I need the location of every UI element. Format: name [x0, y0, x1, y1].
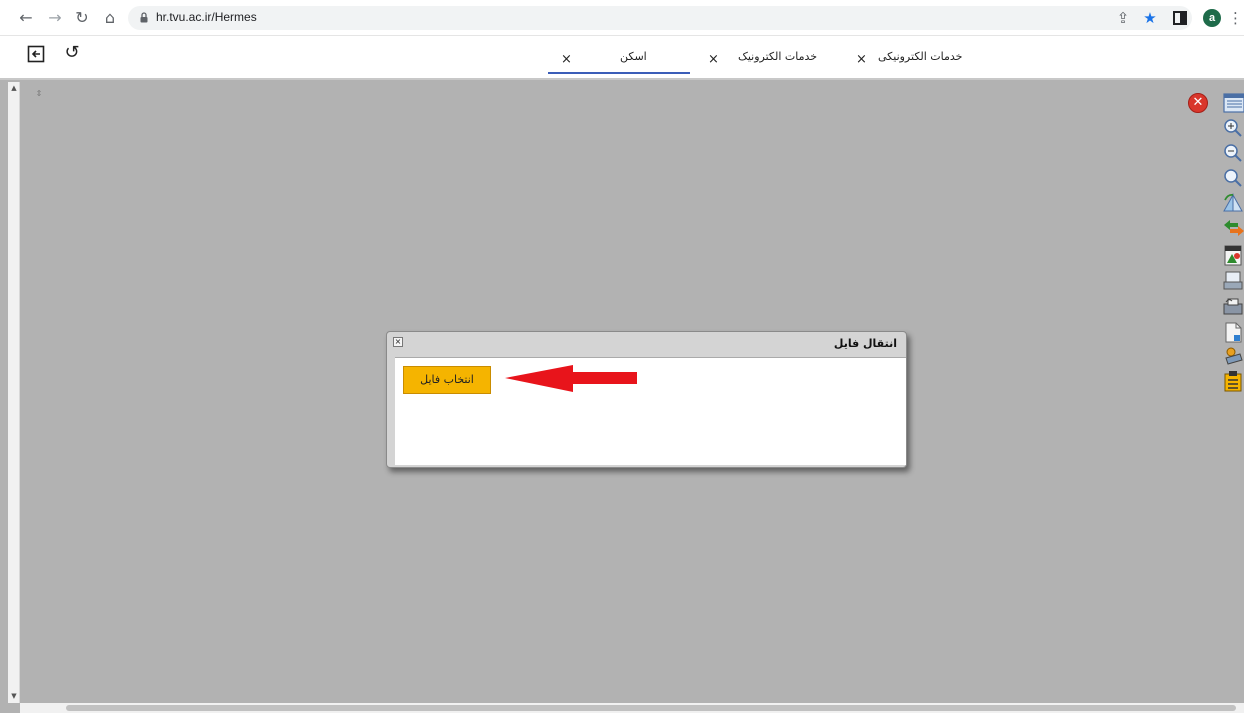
home-icon[interactable]: ⌂ — [100, 8, 120, 28]
stamp-icon[interactable] — [1222, 346, 1244, 368]
scanner-icon[interactable] — [1222, 270, 1244, 292]
browser-toolbar: ← → ↻ ⌂ hr.tvu.ac.ir/Hermes ⇪ ★ a ⋮ — [0, 0, 1244, 36]
horizontal-scrollbar[interactable] — [20, 703, 1244, 713]
forward-arrow-icon[interactable]: → — [45, 8, 65, 28]
fax-icon[interactable] — [1222, 295, 1244, 317]
dialog-title: انتقال فایل — [833, 337, 897, 350]
upload-doc-icon[interactable] — [1222, 321, 1244, 343]
tab-eservices[interactable]: خدمات الکترونیک — [738, 50, 817, 74]
address-bar[interactable]: hr.tvu.ac.ir/Hermes — [128, 6, 1192, 30]
active-tab-indicator — [548, 72, 690, 74]
zoom-fit-icon[interactable] — [1222, 167, 1244, 189]
close-viewer-icon[interactable]: ✕ — [1188, 93, 1208, 113]
menu-dots-icon[interactable]: ⋮ — [1228, 8, 1243, 28]
choose-file-button[interactable]: انتخاب فایل — [403, 366, 491, 394]
tab-eservices-close-icon[interactable]: × — [708, 52, 719, 67]
app-toolbar: ↺ × اسکن × خدمات الکترونیک × خدمات الکتر… — [0, 36, 1244, 80]
tab-scan-close-icon[interactable]: × — [561, 52, 572, 67]
tab-eservices2[interactable]: خدمات الکترونیکی — [878, 50, 962, 74]
lock-icon — [140, 12, 148, 23]
viewer-side-toolbar — [1220, 90, 1244, 402]
dialog-body: انتخاب فایل — [395, 357, 906, 465]
scrollbar-thumb[interactable] — [66, 705, 1236, 711]
swap-icon[interactable] — [1222, 217, 1244, 239]
reload-icon[interactable]: ↻ — [72, 8, 92, 28]
tab-scan[interactable]: اسکن — [620, 50, 647, 74]
url-text: hr.tvu.ac.ir/Hermes — [156, 10, 257, 24]
file-transfer-dialog: × انتقال فایل انتخاب فایل — [386, 331, 907, 468]
zoom-out-icon[interactable] — [1222, 142, 1244, 164]
rotate-icon[interactable] — [1222, 192, 1244, 214]
clipboard-icon[interactable] — [1222, 370, 1244, 392]
sidebar-icon[interactable] — [1170, 8, 1190, 28]
star-icon[interactable]: ★ — [1140, 8, 1160, 28]
tiff-icon[interactable] — [1222, 244, 1244, 266]
annotation-arrow-icon — [505, 365, 637, 392]
scroll-down-icon[interactable]: ▼ — [8, 692, 20, 700]
share-icon[interactable]: ⇪ — [1113, 8, 1133, 28]
scroll-up-icon[interactable]: ▲ — [8, 84, 20, 92]
back-arrow-icon[interactable]: ← — [16, 8, 36, 28]
dialog-close-icon[interactable]: × — [393, 337, 403, 347]
page-stepper-icon[interactable]: ⇕ — [33, 88, 45, 100]
avatar[interactable]: a — [1203, 9, 1221, 27]
zoom-in-icon[interactable] — [1222, 117, 1244, 139]
refresh-icon[interactable]: ↺ — [62, 43, 82, 63]
logout-icon[interactable] — [27, 45, 45, 63]
tab-eservices2-close-icon[interactable]: × — [856, 52, 867, 67]
vertical-scrollbar[interactable]: ▲ ▼ — [8, 82, 20, 703]
page-view-icon[interactable] — [1222, 92, 1244, 114]
